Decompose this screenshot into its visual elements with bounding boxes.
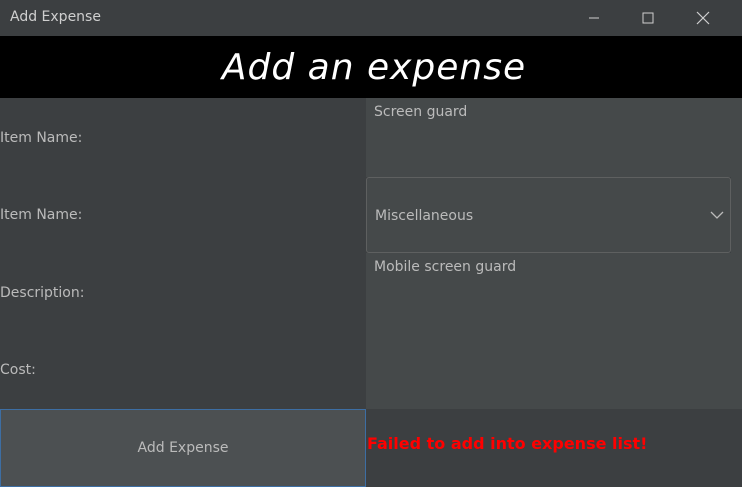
close-icon xyxy=(696,11,710,25)
maximize-button[interactable] xyxy=(625,0,671,36)
header-banner: Add an expense xyxy=(0,36,742,98)
close-button[interactable] xyxy=(680,0,726,36)
add-expense-button[interactable]: Add Expense xyxy=(0,409,366,487)
combo-side-strip xyxy=(731,177,742,253)
category-value: Miscellaneous xyxy=(375,208,474,224)
minimize-button[interactable] xyxy=(571,0,617,36)
description-value: Mobile screen guard xyxy=(374,259,517,275)
description-label: Description: xyxy=(0,285,85,301)
item-name-field[interactable]: Screen guard xyxy=(366,98,742,177)
description-field[interactable]: Mobile screen guard xyxy=(366,253,742,331)
status-message: Failed to add into expense list! xyxy=(367,434,648,453)
category-label: Item Name: xyxy=(0,207,83,223)
chevron-down-icon xyxy=(710,211,724,219)
item-name-value: Screen guard xyxy=(374,104,468,120)
maximize-icon xyxy=(642,12,654,24)
page-title: Add an expense xyxy=(221,46,527,88)
item-name-label: Item Name: xyxy=(0,130,83,146)
minimize-icon xyxy=(589,17,599,19)
cost-label: Cost: xyxy=(0,362,36,378)
category-dropdown[interactable]: Miscellaneous xyxy=(366,177,731,253)
cost-field[interactable] xyxy=(366,331,742,409)
title-bar: Add Expense xyxy=(0,0,742,36)
window-title: Add Expense xyxy=(10,9,101,25)
